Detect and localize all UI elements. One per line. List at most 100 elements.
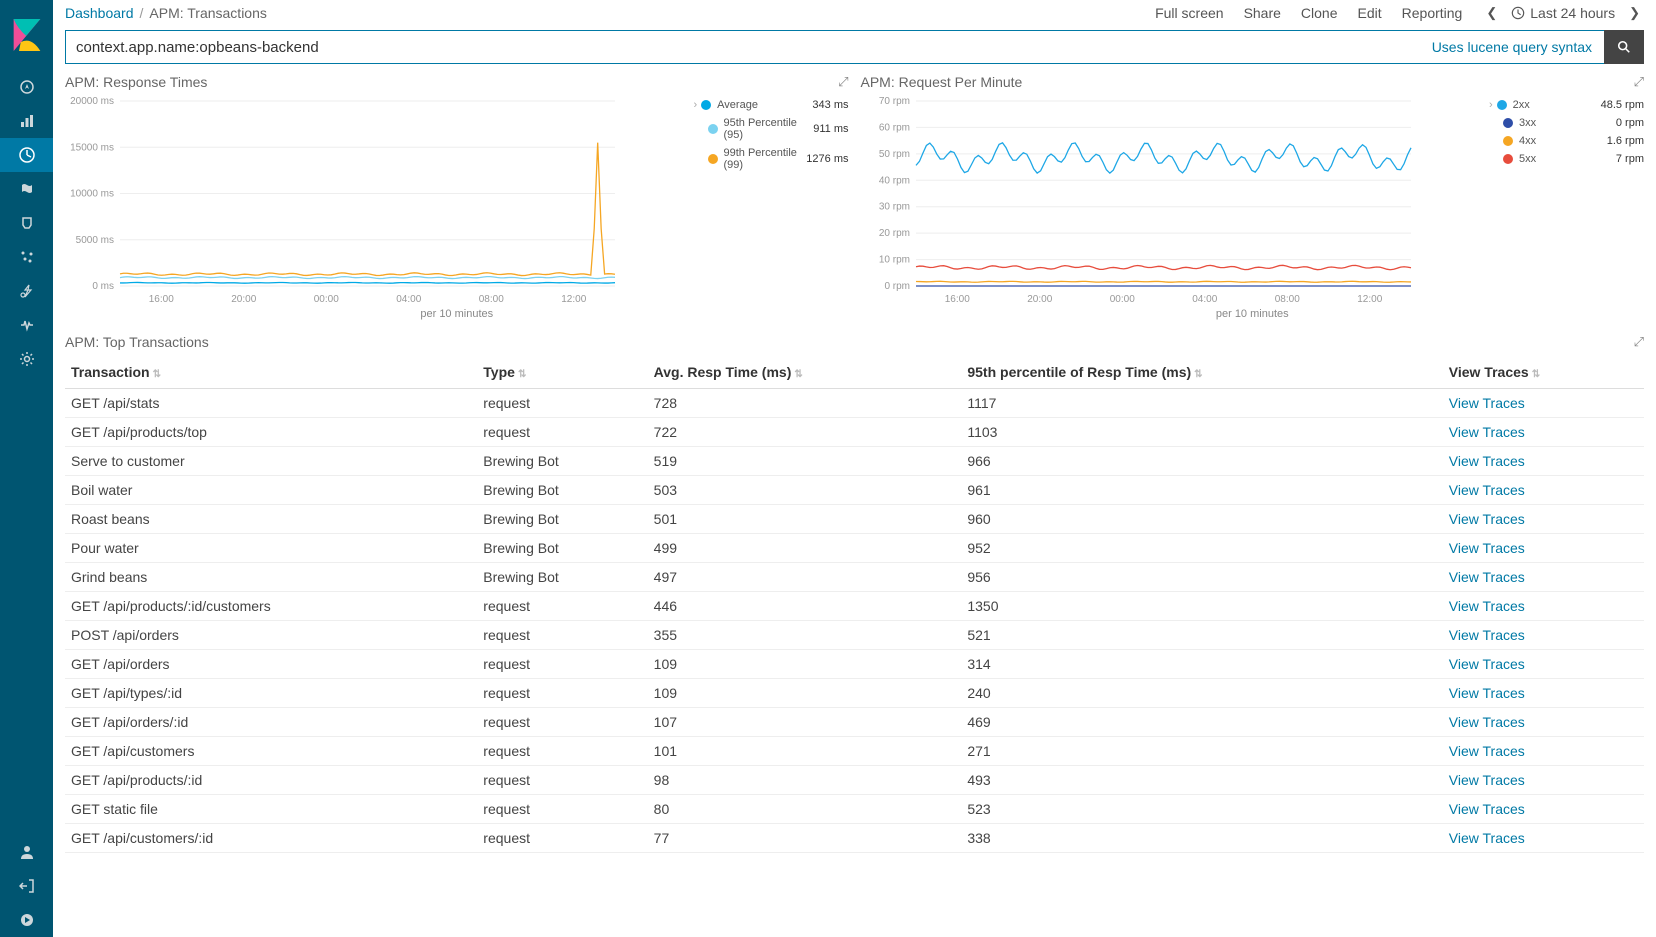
table-row: GET /api/products/:id/customersrequest44… — [65, 592, 1644, 621]
svg-text:0 rpm: 0 rpm — [884, 281, 910, 292]
view-traces-link[interactable]: View Traces — [1449, 424, 1525, 440]
breadcrumb-current: APM: Transactions — [149, 5, 267, 21]
legend-label: 4xx — [1519, 135, 1607, 147]
time-prev-button[interactable]: ❮ — [1482, 5, 1501, 21]
nav-discover[interactable] — [0, 70, 53, 104]
cell-avg: 519 — [648, 447, 962, 476]
breadcrumb-sep: / — [140, 5, 144, 21]
lucene-syntax-link[interactable]: Uses lucene query syntax — [1420, 30, 1604, 64]
view-traces-link[interactable]: View Traces — [1449, 772, 1525, 788]
reporting-button[interactable]: Reporting — [1402, 5, 1463, 21]
view-traces-link[interactable]: View Traces — [1449, 685, 1525, 701]
clone-button[interactable]: Clone — [1301, 5, 1338, 21]
table-row: GET /api/customers/:idrequest77338View T… — [65, 824, 1644, 853]
svg-text:04:00: 04:00 — [396, 294, 421, 305]
cell-view: View Traces — [1443, 737, 1644, 766]
col-view[interactable]: View Traces⇅ — [1443, 356, 1644, 389]
cell-p95: 271 — [961, 737, 1442, 766]
nav-canvas[interactable] — [0, 206, 53, 240]
cell-avg: 503 — [648, 476, 962, 505]
expand-icon[interactable]: ⤢ — [838, 74, 848, 90]
view-traces-link[interactable]: View Traces — [1449, 627, 1525, 643]
kibana-logo[interactable] — [0, 0, 53, 70]
nav-timelion[interactable] — [0, 172, 53, 206]
legend-dot — [1503, 136, 1513, 146]
nav-collapse[interactable] — [0, 903, 53, 937]
cell-view: View Traces — [1443, 650, 1644, 679]
view-traces-link[interactable]: View Traces — [1449, 511, 1525, 527]
cell-avg: 446 — [648, 592, 962, 621]
cell-view: View Traces — [1443, 418, 1644, 447]
cell-view: View Traces — [1443, 505, 1644, 534]
table-row: GET /api/orders/:idrequest107469View Tra… — [65, 708, 1644, 737]
chevron-right-icon[interactable]: › — [1489, 99, 1493, 111]
legend-label: Average — [717, 99, 812, 111]
col-avg[interactable]: Avg. Resp Time (ms)⇅ — [648, 356, 962, 389]
cell-transaction: Pour water — [65, 534, 477, 563]
expand-icon[interactable]: ⤢ — [1634, 334, 1644, 350]
search-button[interactable] — [1604, 30, 1644, 64]
svg-text:50 rpm: 50 rpm — [878, 149, 909, 160]
svg-text:00:00: 00:00 — [1109, 294, 1134, 305]
breadcrumb-root[interactable]: Dashboard — [65, 5, 134, 21]
rpm-chart[interactable]: 0 rpm10 rpm20 rpm30 rpm40 rpm50 rpm60 rp… — [861, 96, 1482, 306]
cell-avg: 107 — [648, 708, 962, 737]
legend-dot — [1497, 100, 1507, 110]
cell-transaction: POST /api/orders — [65, 621, 477, 650]
col-p95[interactable]: 95th percentile of Resp Time (ms)⇅ — [961, 356, 1442, 389]
view-traces-link[interactable]: View Traces — [1449, 569, 1525, 585]
col-type[interactable]: Type⇅ — [477, 356, 647, 389]
view-traces-link[interactable]: View Traces — [1449, 453, 1525, 469]
cell-avg: 355 — [648, 621, 962, 650]
fullscreen-button[interactable]: Full screen — [1155, 5, 1223, 21]
col-transaction[interactable]: Transaction⇅ — [65, 356, 477, 389]
nav-dashboard[interactable] — [0, 138, 53, 172]
view-traces-link[interactable]: View Traces — [1449, 482, 1525, 498]
chart-caption: per 10 minutes — [861, 308, 1645, 320]
query-input[interactable] — [65, 30, 1420, 64]
table-row: Roast beansBrewing Bot501960View Traces — [65, 505, 1644, 534]
time-next-button[interactable]: ❯ — [1625, 5, 1644, 21]
nav-management[interactable] — [0, 342, 53, 376]
time-range-button[interactable]: Last 24 hours — [1511, 5, 1615, 21]
nav-visualize[interactable] — [0, 104, 53, 138]
response-times-legend: ›Average343 ms 95th Percentile (95)911 m… — [694, 96, 849, 306]
view-traces-link[interactable]: View Traces — [1449, 656, 1525, 672]
cell-p95: 952 — [961, 534, 1442, 563]
edit-button[interactable]: Edit — [1358, 5, 1382, 21]
view-traces-link[interactable]: View Traces — [1449, 395, 1525, 411]
cell-view: View Traces — [1443, 708, 1644, 737]
view-traces-link[interactable]: View Traces — [1449, 540, 1525, 556]
cell-transaction: GET /api/products/top — [65, 418, 477, 447]
svg-text:60 rpm: 60 rpm — [878, 122, 909, 133]
chevron-right-icon[interactable]: › — [694, 99, 698, 111]
nav-logout[interactable] — [0, 869, 53, 903]
nav-monitoring[interactable] — [0, 308, 53, 342]
cell-avg: 101 — [648, 737, 962, 766]
nav-user[interactable] — [0, 835, 53, 869]
nav-devtools[interactable] — [0, 274, 53, 308]
chart-caption: per 10 minutes — [65, 308, 849, 320]
cell-type: Brewing Bot — [477, 563, 647, 592]
legend-label: 95th Percentile (95) — [724, 117, 814, 141]
cell-view: View Traces — [1443, 563, 1644, 592]
view-traces-link[interactable]: View Traces — [1449, 743, 1525, 759]
svg-text:04:00: 04:00 — [1192, 294, 1217, 305]
cell-transaction: Roast beans — [65, 505, 477, 534]
view-traces-link[interactable]: View Traces — [1449, 714, 1525, 730]
cell-p95: 966 — [961, 447, 1442, 476]
view-traces-link[interactable]: View Traces — [1449, 801, 1525, 817]
view-traces-link[interactable]: View Traces — [1449, 830, 1525, 846]
legend-dot — [708, 154, 718, 164]
response-times-chart[interactable]: 0 ms5000 ms10000 ms15000 ms20000 ms16:00… — [65, 96, 686, 306]
expand-icon[interactable]: ⤢ — [1634, 74, 1644, 90]
view-traces-link[interactable]: View Traces — [1449, 598, 1525, 614]
cell-view: View Traces — [1443, 621, 1644, 650]
svg-text:20:00: 20:00 — [231, 294, 256, 305]
table-row: GET /api/products/toprequest7221103View … — [65, 418, 1644, 447]
nav-ml[interactable] — [0, 240, 53, 274]
top-transactions-panel: APM: Top Transactions ⤢ Transaction⇅ Typ… — [65, 334, 1644, 853]
response-times-panel: APM: Response Times ⤢ 0 ms5000 ms10000 m… — [65, 74, 849, 320]
share-button[interactable]: Share — [1244, 5, 1281, 21]
panel-title: APM: Request Per Minute — [861, 74, 1023, 90]
